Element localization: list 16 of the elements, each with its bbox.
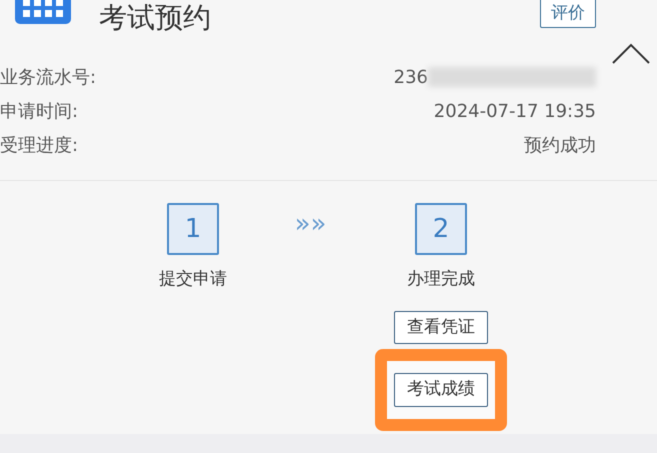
detail-label: 申请时间: — [0, 100, 78, 124]
collapse-icon[interactable] — [612, 43, 650, 66]
rate-button[interactable]: 评价 — [540, 0, 596, 28]
detail-label: 业务流水号: — [0, 66, 96, 90]
detail-label: 受理进度: — [0, 134, 78, 158]
action-button[interactable]: 查看凭证 — [394, 310, 488, 344]
page-title: 考试预约 — [99, 4, 211, 32]
detail-value: 2024-07-17 19:35 — [434, 100, 596, 124]
action-button[interactable]: 考试成绩 — [394, 373, 488, 408]
step-number: 2 — [415, 203, 467, 255]
step-arrow: »» — [294, 208, 328, 241]
detail-value: 236 — [394, 66, 428, 90]
detail-value: 预约成功 — [524, 134, 596, 158]
step-label: 提交申请 — [159, 268, 227, 291]
step-number: 1 — [167, 203, 219, 255]
step-label: 办理完成 — [407, 268, 475, 291]
